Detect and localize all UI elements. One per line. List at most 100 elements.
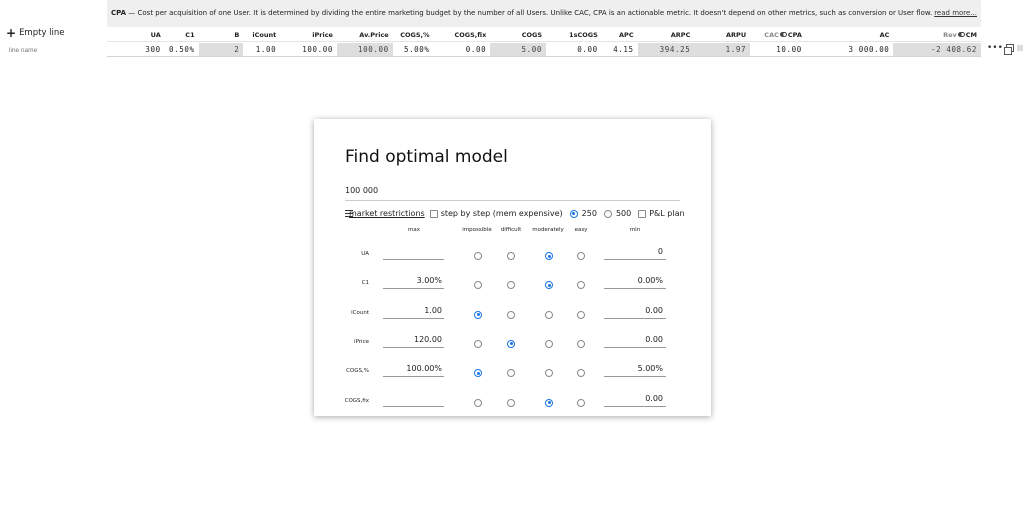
radio-250[interactable] <box>569 209 578 218</box>
radio-easy[interactable] <box>577 339 585 348</box>
radio-difficult[interactable] <box>507 310 515 319</box>
pl-plan-option[interactable]: P&L plan <box>638 209 685 218</box>
max-input[interactable]: 100.00% <box>383 363 444 378</box>
col-max: max <box>408 227 420 233</box>
row-actions: ••• <box>987 43 1023 55</box>
pl-plan-checkbox[interactable] <box>638 209 647 218</box>
value-cogs: 5.00 <box>490 42 547 56</box>
radio-easy[interactable] <box>577 369 585 378</box>
radio-moderately[interactable] <box>545 252 553 260</box>
value-cogs-pct[interactable]: 5.00% <box>393 43 434 56</box>
col-easy: easy <box>574 227 588 233</box>
copy-icon[interactable] <box>1003 44 1014 55</box>
max-input[interactable] <box>383 393 444 407</box>
value-1scogs[interactable]: 0.00 <box>546 43 602 56</box>
banner-text: — Cost per acquisition of one User. It i… <box>126 9 933 17</box>
metrics-value-row: 300 0.50% 2 1.00 100.00 100.00 5.00% 0.0… <box>107 42 982 57</box>
header-rev-cm[interactable]: Rev CM <box>893 31 981 39</box>
radio-impossible[interactable] <box>474 339 482 348</box>
metric-info-banner: CPA — Cost per acquisition of one User. … <box>107 0 981 27</box>
min-input[interactable]: 0.00 <box>604 305 666 319</box>
radio-moderately[interactable] <box>545 398 553 407</box>
option-500[interactable]: 500 <box>603 209 631 218</box>
value-avprice: 100.00 <box>336 42 393 56</box>
radio-easy[interactable] <box>577 398 585 407</box>
value-arpc: 394.25 <box>637 42 695 56</box>
radio-impossible[interactable] <box>474 398 482 407</box>
step-by-step-checkbox[interactable] <box>429 209 438 218</box>
read-more-link[interactable]: read more... <box>934 0 977 27</box>
max-input[interactable] <box>383 246 444 260</box>
max-input[interactable]: 120.00 <box>383 334 444 348</box>
radio-impossible[interactable] <box>474 369 482 378</box>
restriction-label: COGS,% <box>346 368 369 375</box>
radio-impossible[interactable] <box>474 310 482 319</box>
header-1scogs: 1sCOGS <box>569 30 598 39</box>
max-input[interactable]: 3.00% <box>383 275 444 290</box>
header-ua: UA <box>150 30 161 39</box>
value-b: 2 <box>198 42 244 56</box>
header-arpu: ARPU <box>726 30 747 39</box>
min-input[interactable]: 0.00 <box>604 334 666 348</box>
value-cogs-fix[interactable]: 0.00 <box>434 43 491 56</box>
radio-difficult[interactable] <box>507 281 515 290</box>
header-arpc: ARPC <box>670 30 691 39</box>
restriction-label: iPrice <box>354 338 369 345</box>
col-impossible: impossible <box>462 227 492 233</box>
header-icount: iCount <box>252 30 277 39</box>
radio-easy[interactable] <box>577 310 585 319</box>
budget-input[interactable] <box>345 181 680 201</box>
radio-difficult[interactable] <box>507 339 515 348</box>
min-input[interactable]: 5.00% <box>604 363 666 378</box>
min-input[interactable]: 0 <box>604 246 666 260</box>
radio-impossible[interactable] <box>474 281 482 290</box>
value-iprice[interactable]: 100.00 <box>280 43 337 56</box>
radio-moderately[interactable] <box>545 310 553 319</box>
radio-500[interactable] <box>603 209 612 218</box>
value-ac[interactable]: 3 000.00 <box>806 43 894 56</box>
radio-moderately[interactable] <box>545 281 553 290</box>
restriction-row-c1: C1 3.00% 0.00% <box>314 272 711 292</box>
value-ua[interactable]: 300 <box>107 43 165 56</box>
restriction-label: C1 <box>361 280 369 287</box>
header-cogs-pct: COGS,% <box>400 30 430 39</box>
step-by-step-option[interactable]: step by step (mem expensive) <box>429 209 563 218</box>
dialog-title: Find optimal model <box>345 147 508 167</box>
value-arpu: 1.97 <box>694 42 751 56</box>
radio-moderately[interactable] <box>545 339 553 348</box>
radio-difficult[interactable] <box>507 252 515 260</box>
restriction-row-cogs-pct: COGS,% 100.00% 5.00% <box>314 360 711 380</box>
radio-impossible[interactable] <box>474 252 482 260</box>
header-cac-cpa[interactable]: CAC CPA <box>750 31 806 39</box>
header-avprice: Av.Price <box>359 30 389 39</box>
restriction-row-icount: iCount 1.00 0.00 <box>314 302 711 322</box>
min-input[interactable]: 0.00% <box>604 275 666 290</box>
more-options-icon[interactable]: ••• <box>987 43 1003 53</box>
value-c1[interactable]: 0.50% <box>165 43 199 56</box>
radio-easy[interactable] <box>577 281 585 290</box>
metrics-table: UA C1 B iCount iPrice Av.Price COGS,% CO… <box>107 28 982 57</box>
radio-difficult[interactable] <box>507 369 515 378</box>
header-iprice: iPrice <box>312 30 333 39</box>
min-input[interactable]: 0.00 <box>604 393 666 407</box>
restriction-label: UA <box>361 251 369 257</box>
square-icon[interactable] <box>1016 45 1023 51</box>
header-b: B <box>234 30 240 39</box>
radio-difficult[interactable] <box>507 398 515 407</box>
restriction-label: iCount <box>351 309 369 316</box>
banner-term: CPA <box>111 9 127 17</box>
col-difficult: difficult <box>500 227 522 233</box>
radio-moderately[interactable] <box>545 369 553 378</box>
add-line-button[interactable]: + Empty line <box>6 26 65 40</box>
plus-icon: + <box>6 26 17 40</box>
cac-cpa-toggle-icon <box>779 32 787 37</box>
value-cpa[interactable]: 10.00 <box>750 43 806 56</box>
line-name-input[interactable] <box>6 45 104 55</box>
value-icount[interactable]: 1.00 <box>243 43 280 56</box>
max-input[interactable]: 1.00 <box>383 305 444 319</box>
market-restrictions-link[interactable]: market restrictions <box>349 209 425 218</box>
header-c1: C1 <box>185 30 195 39</box>
radio-easy[interactable] <box>577 252 585 260</box>
value-apc[interactable]: 4.15 <box>602 43 638 56</box>
option-250[interactable]: 250 <box>569 209 597 218</box>
